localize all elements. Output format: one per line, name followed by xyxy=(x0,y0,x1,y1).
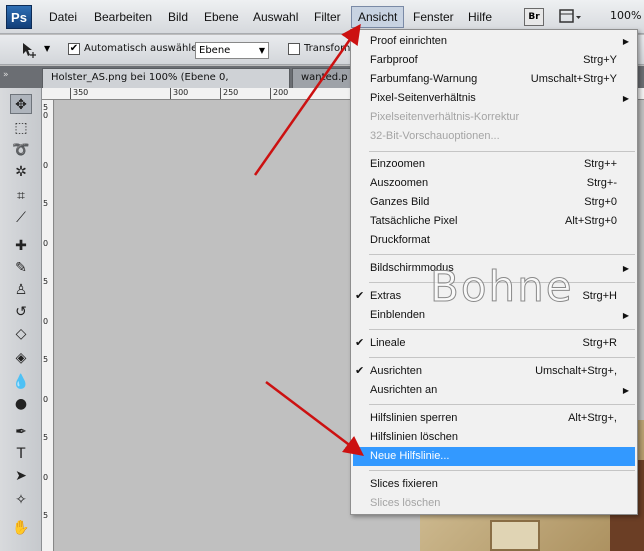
view-extras-icon xyxy=(559,9,581,23)
checkmark-icon: ✔ xyxy=(355,365,365,377)
shape-icon[interactable]: ✧ xyxy=(10,490,32,510)
menu-item-ganzes-bild[interactable]: Ganzes Bild Strg+0 xyxy=(351,193,637,212)
menu-separator xyxy=(369,151,635,152)
menu-item-tatsaechliche-pixel[interactable]: Tatsächliche Pixel Alt+Strg+0 xyxy=(351,212,637,231)
ruler-label: 0 xyxy=(43,239,49,248)
menu-item-hilfslinien-sperren[interactable]: Hilfslinien sperren Alt+Strg+, xyxy=(351,409,637,428)
magic-wand-icon[interactable]: ✲ xyxy=(10,162,32,182)
zoom-level[interactable]: 100% xyxy=(610,9,641,22)
submenu-arrow-icon: ▶ xyxy=(622,37,629,46)
auto-select-value: Ebene xyxy=(199,45,231,56)
auto-select-dropdown[interactable]: Ebene ▼ xyxy=(195,42,269,59)
menu-item-auszoomen[interactable]: Auszoomen Strg+- xyxy=(351,174,637,193)
ruler-label: 5 xyxy=(43,277,49,286)
type-icon[interactable]: T xyxy=(10,444,32,464)
ruler-label: 5 xyxy=(43,355,49,364)
brush-icon[interactable]: ✎ xyxy=(10,258,32,278)
menu-item-pixelseitenverhaeltnis-korrektur: Pixelseitenverhältnis-Korrektur xyxy=(370,111,520,123)
menu-auswahl[interactable]: Auswahl xyxy=(253,0,298,34)
menu-datei[interactable]: Datei xyxy=(49,0,77,34)
ruler-label: 300 xyxy=(173,88,189,97)
submenu-arrow-icon: ▶ xyxy=(622,264,629,273)
move-tool-icon[interactable]: ✥ xyxy=(10,94,32,114)
menu-item-ausrichten-an[interactable]: Ausrichten an ▶ xyxy=(351,381,637,400)
submenu-arrow-icon: ▶ xyxy=(622,311,629,320)
transform-checkbox[interactable] xyxy=(288,43,300,55)
ruler-vertical[interactable]: 50 0 5 0 5 0 5 0 5 0 5 xyxy=(42,100,54,551)
auto-select-label: Automatisch auswählen: xyxy=(84,43,207,54)
checkmark-icon: ✔ xyxy=(355,290,365,302)
submenu-arrow-icon: ▶ xyxy=(622,94,629,103)
menu-item-farbproof[interactable]: Farbproof Strg+Y xyxy=(351,51,637,70)
menu-item-pixel-seitenverhaeltnis[interactable]: Pixel-Seitenverhältnis ▶ xyxy=(351,89,637,108)
tab-label: wanted.p xyxy=(301,72,348,83)
menu-item-ausrichten[interactable]: ✔ Ausrichten Umschalt+Strg+, xyxy=(351,362,637,381)
ruler-label: 0 xyxy=(43,395,49,404)
ruler-label: 5 xyxy=(43,199,49,208)
view-extras-button[interactable] xyxy=(558,8,582,26)
menu-item-lineale[interactable]: ✔ Lineale Strg+R xyxy=(351,334,637,353)
ruler-label: 200 xyxy=(273,88,289,97)
menu-item-hilfslinien-loeschen[interactable]: Hilfslinien löschen xyxy=(351,428,637,447)
menu-item-druckformat[interactable]: Druckformat xyxy=(351,231,637,250)
menu-filter[interactable]: Filter xyxy=(314,0,341,34)
submenu-arrow-icon: ▶ xyxy=(622,386,629,395)
checkmark-icon: ✔ xyxy=(355,337,365,349)
ruler-label: 5 xyxy=(43,433,49,442)
paint-bucket-icon[interactable]: ◈ xyxy=(10,348,32,368)
blur-icon[interactable]: 💧 xyxy=(10,372,32,392)
menu-separator xyxy=(369,329,635,330)
menu-bearbeiten[interactable]: Bearbeiten xyxy=(94,0,152,34)
menu-bild[interactable]: Bild xyxy=(168,0,188,34)
menu-ansicht[interactable]: Ansicht xyxy=(351,6,405,28)
tools-panel: ✥ ⬚ ➰ ✲ ⌗ ⟋ ✚ ✎ ♙ ↺ ◇ ◈ 💧 ● ✒ T ➤ ✧ ✋ xyxy=(0,88,42,551)
ruler-label: 0 xyxy=(43,317,49,326)
eyedropper-icon[interactable]: ⟋ xyxy=(10,208,32,228)
menu-separator xyxy=(369,470,635,471)
tool-preset-chevron-icon[interactable]: ▼ xyxy=(44,44,50,53)
hand-icon[interactable]: ✋ xyxy=(10,518,32,538)
bridge-button[interactable]: Br xyxy=(524,8,544,26)
dodge-icon[interactable]: ● xyxy=(10,394,32,414)
image-detail xyxy=(490,520,540,551)
tab-holster[interactable]: Holster_AS.png bei 100% (Ebene 0, RGB/8)… xyxy=(42,68,290,101)
pen-icon[interactable]: ✒ xyxy=(10,422,32,442)
menu-separator xyxy=(369,254,635,255)
auto-select-checkbox[interactable]: ✔ xyxy=(68,43,80,55)
ruler-label: 50 xyxy=(43,103,49,120)
ruler-label: 250 xyxy=(223,88,239,97)
menu-item-slices-fixieren[interactable]: Slices fixieren xyxy=(351,475,637,494)
clone-stamp-icon[interactable]: ♙ xyxy=(10,280,32,300)
watermark: Bohne xyxy=(430,262,574,312)
path-select-icon[interactable]: ➤ xyxy=(10,466,32,486)
ruler-label: 5 xyxy=(43,511,49,520)
menu-item-einzoomen[interactable]: Einzoomen Strg++ xyxy=(351,155,637,174)
menu-item-proof-einrichten[interactable]: Proof einrichten ▶ xyxy=(351,32,637,51)
crop-icon[interactable]: ⌗ xyxy=(10,186,32,206)
ruler-label: 0 xyxy=(43,473,49,482)
history-brush-icon[interactable]: ↺ xyxy=(10,302,32,322)
menu-item-slices-loeschen: Slices löschen xyxy=(370,497,441,509)
chevron-down-icon: ▼ xyxy=(258,46,265,55)
healing-brush-icon[interactable]: ✚ xyxy=(10,236,32,256)
ruler-label: 0 xyxy=(43,161,49,170)
menu-separator xyxy=(369,404,635,405)
menu-ebene[interactable]: Ebene xyxy=(204,0,239,34)
menu-item-32bit-vorschau: 32-Bit-Vorschauoptionen... xyxy=(370,130,500,142)
menu-separator xyxy=(369,357,635,358)
move-tool-icon[interactable] xyxy=(20,41,38,59)
lasso-icon[interactable]: ➰ xyxy=(10,140,32,160)
photoshop-logo: Ps xyxy=(6,5,32,29)
eraser-icon[interactable]: ◇ xyxy=(10,324,32,344)
transform-label: Transforn xyxy=(304,43,351,54)
ruler-label: 350 xyxy=(73,88,89,97)
menu-item-neue-hilfslinie[interactable]: Neue Hilfslinie... xyxy=(353,447,635,466)
marquee-icon[interactable]: ⬚ xyxy=(10,118,32,138)
menu-item-farbumfang-warnung[interactable]: Farbumfang-Warnung Umschalt+Strg+Y xyxy=(351,70,637,89)
collapse-panel-icon[interactable]: » xyxy=(3,70,9,80)
